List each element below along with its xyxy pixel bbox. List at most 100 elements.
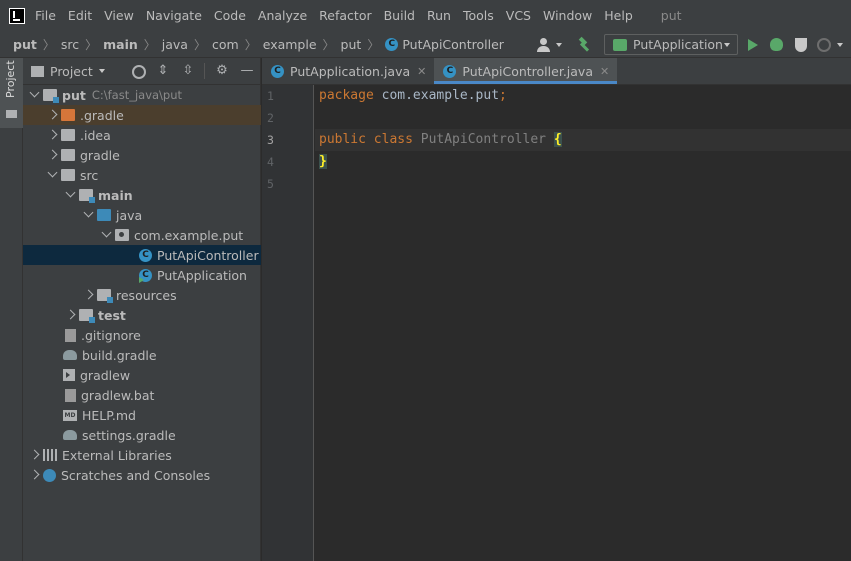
user-icon[interactable] — [536, 37, 554, 53]
menu-analyze[interactable]: Analyze — [258, 8, 307, 23]
crumb-java[interactable]: java — [162, 37, 188, 52]
tree-item-package[interactable]: com.example.put — [23, 225, 261, 245]
chevron-down-icon[interactable] — [27, 85, 43, 105]
tree-item-idea[interactable]: .idea — [23, 125, 261, 145]
tree-item-putapplication[interactable]: C PutApplication — [23, 265, 261, 285]
menu-navigate[interactable]: Navigate — [146, 8, 202, 23]
navigation-bar: put 〉 src 〉 main 〉 java 〉 com 〉 example … — [0, 31, 851, 58]
chevron-down-icon[interactable] — [63, 185, 79, 205]
chevron-down-icon[interactable] — [81, 205, 97, 225]
crumb-put[interactable]: put — [341, 37, 362, 52]
code-text-area[interactable]: package com.example.put; public class Pu… — [315, 85, 851, 561]
tree-item-label: .gitignore — [81, 327, 141, 343]
crumb-class[interactable]: C PutApiController — [385, 37, 504, 52]
chevron-right-icon[interactable] — [45, 105, 61, 125]
tree-item-java[interactable]: java — [23, 205, 261, 225]
expand-all-icon[interactable]: ⇕ — [155, 63, 171, 79]
runnable-class-icon: C — [139, 268, 152, 283]
tree-item-help-md[interactable]: MD HELP.md — [23, 405, 261, 425]
collapse-all-icon[interactable]: ⇳ — [180, 63, 196, 79]
class-icon: C — [443, 64, 457, 78]
tree-item-gitignore[interactable]: .gitignore — [23, 325, 261, 345]
menu-tools[interactable]: Tools — [463, 8, 494, 23]
crumb-project[interactable]: put — [13, 37, 37, 52]
chevron-right-icon[interactable] — [63, 305, 79, 325]
project-tree: put C:\fast_java\put .gradle .idea gradl… — [23, 85, 261, 485]
project-tool-window-tab[interactable]: Project — [0, 58, 23, 128]
tree-item-external-libraries[interactable]: External Libraries — [23, 445, 261, 465]
menu-run[interactable]: Run — [427, 8, 451, 23]
chevron-right-icon[interactable] — [27, 445, 43, 465]
code-keyword: public class — [319, 132, 413, 147]
crumb-separator-icon: 〉 — [367, 37, 380, 52]
tree-item-build-gradle[interactable]: build.gradle — [23, 345, 261, 365]
tree-item-gradle-dir[interactable]: .gradle — [23, 105, 261, 125]
crumb-separator-icon: 〉 — [322, 37, 335, 52]
tree-item-resources[interactable]: resources — [23, 285, 261, 305]
code-line: package com.example.put; — [319, 85, 507, 107]
chevron-right-icon[interactable] — [27, 465, 43, 485]
run-icon[interactable] — [748, 38, 758, 51]
menu-help[interactable]: Help — [604, 8, 633, 23]
editor-tabs: C PutApplication.java ✕ C PutApiControll… — [262, 58, 851, 85]
gear-icon[interactable]: ⚙ — [214, 63, 230, 79]
tree-item-test[interactable]: test — [23, 305, 261, 325]
run-configuration-label: PutApplication — [633, 37, 723, 52]
close-icon[interactable]: ✕ — [600, 65, 609, 78]
tab-putapplication[interactable]: C PutApplication.java ✕ — [262, 58, 434, 84]
chevron-right-icon[interactable] — [81, 285, 97, 305]
menu-refactor[interactable]: Refactor — [319, 8, 371, 23]
tree-item-main[interactable]: main — [23, 185, 261, 205]
tree-item-settings-gradle[interactable]: settings.gradle — [23, 425, 261, 445]
tree-item-label: Scratches and Consoles — [61, 467, 211, 483]
tree-item-scratches[interactable]: Scratches and Consoles — [23, 465, 261, 485]
chevron-down-icon[interactable] — [45, 165, 61, 185]
chevron-down-icon[interactable] — [98, 69, 105, 73]
menu-view[interactable]: View — [104, 8, 134, 23]
locate-target-icon[interactable] — [130, 63, 146, 79]
coverage-shield-icon[interactable] — [795, 37, 807, 52]
crumb-src[interactable]: src — [61, 37, 79, 52]
debug-bug-icon[interactable] — [770, 38, 783, 51]
module-folder-icon — [79, 309, 95, 323]
menu-vcs[interactable]: VCS — [506, 8, 531, 23]
run-configuration-select[interactable]: PutApplication — [604, 34, 738, 55]
crumb-example[interactable]: example — [263, 37, 317, 52]
excluded-folder-icon — [61, 109, 75, 121]
breadcrumb: put 〉 src 〉 main 〉 java 〉 com 〉 example … — [13, 36, 504, 53]
code-package-name: com.example.put — [373, 88, 500, 103]
resources-folder-icon — [97, 289, 113, 303]
chevron-right-icon[interactable] — [45, 125, 61, 145]
profile-icon[interactable] — [817, 37, 831, 52]
tree-item-gradlew[interactable]: gradlew — [23, 365, 261, 385]
gitignore-file-icon — [65, 328, 76, 342]
build-hammer-icon[interactable] — [576, 37, 592, 53]
code-line: } — [319, 151, 327, 173]
close-icon[interactable]: ✕ — [417, 65, 426, 78]
tab-putapicontroller[interactable]: C PutApiController.java ✕ — [434, 58, 618, 84]
tree-item-label: com.example.put — [134, 227, 244, 243]
menu-window[interactable]: Window — [543, 8, 592, 23]
crumb-main[interactable]: main — [103, 37, 138, 52]
menu-file[interactable]: File — [35, 8, 56, 23]
tree-item-label: java — [116, 207, 143, 223]
menu-bar: File Edit View Navigate Code Analyze Ref… — [0, 0, 851, 31]
tree-item-src[interactable]: src — [23, 165, 261, 185]
chevron-right-icon[interactable] — [45, 145, 61, 165]
project-view-selector[interactable]: Project — [50, 64, 93, 79]
chevron-down-icon[interactable] — [99, 225, 115, 245]
tree-item-putapicontroller[interactable]: C PutApiController — [23, 245, 261, 265]
menu-code[interactable]: Code — [214, 8, 246, 23]
menu-build[interactable]: Build — [384, 8, 415, 23]
tree-item-put[interactable]: put C:\fast_java\put — [23, 85, 261, 105]
tree-item-gradlew-bat[interactable]: gradlew.bat — [23, 385, 261, 405]
crumb-com[interactable]: com — [212, 37, 239, 52]
tree-item-label: gradlew.bat — [81, 387, 155, 403]
project-panel: Project ⇕ ⇳ ⚙ — put C:\fast_java\put .gr… — [23, 58, 261, 561]
hide-minimize-icon[interactable]: — — [239, 63, 255, 79]
menu-edit[interactable]: Edit — [68, 8, 92, 23]
run-toolbar: PutApplication — [536, 31, 851, 58]
chevron-down-icon[interactable] — [556, 42, 562, 47]
chevron-down-icon[interactable] — [837, 42, 843, 47]
tree-item-gradle[interactable]: gradle — [23, 145, 261, 165]
